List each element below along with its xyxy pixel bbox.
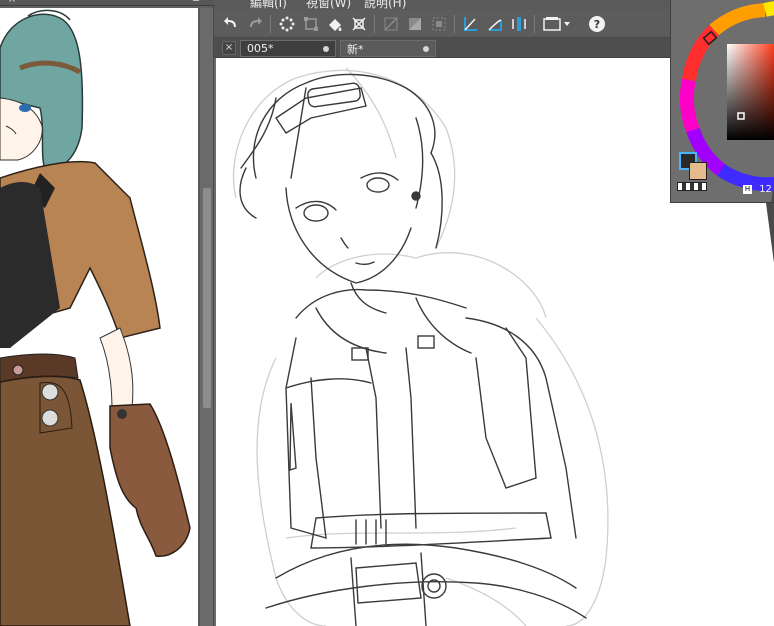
- transparent-color-swatch[interactable]: [677, 182, 707, 191]
- help-button[interactable]: ?: [586, 13, 608, 35]
- drawing-canvas[interactable]: [216, 58, 670, 626]
- ruler-icon: [464, 17, 477, 31]
- tab-unsaved-dot-icon: [423, 46, 429, 52]
- fill-selection-icon: [409, 18, 421, 30]
- perspective-ruler-icon: [488, 19, 502, 31]
- transform-icon: [304, 17, 318, 31]
- snap-button[interactable]: [508, 13, 530, 35]
- panel-shadow: [766, 203, 774, 263]
- menubar: 編輯(I) 視窗(W) 說明(H): [214, 0, 670, 10]
- fill-icon: [329, 19, 342, 31]
- color-wheel[interactable]: [671, 0, 774, 203]
- menu-window[interactable]: 視窗(W): [306, 0, 351, 10]
- reference-scrollbar[interactable]: [199, 8, 213, 626]
- document-tabs: × 005* 新*: [214, 38, 670, 58]
- menu-edit[interactable]: 編輯(I): [250, 0, 287, 10]
- snap-icon: [512, 17, 526, 31]
- clear-layer-icon: [384, 17, 398, 31]
- reference-panel: × ≡: [0, 0, 214, 626]
- tab-unsaved-dot-icon: [323, 46, 329, 52]
- color-wheel-panel: H 12: [670, 0, 774, 203]
- reference-canvas[interactable]: [0, 8, 198, 626]
- fill-selection-button[interactable]: [404, 13, 426, 35]
- command-bar: ?: [214, 10, 670, 38]
- paint-app-window: × ≡: [0, 0, 774, 626]
- sketch-illustration: [232, 67, 609, 626]
- menu-help[interactable]: 說明(H): [364, 0, 406, 10]
- help-icon: ?: [589, 16, 605, 32]
- tab-new[interactable]: 新*: [340, 40, 436, 57]
- tab-label: 005*: [247, 42, 274, 55]
- sub-color-swatch[interactable]: [689, 162, 707, 180]
- close-icon[interactable]: ×: [6, 0, 18, 6]
- selection-icon: [279, 16, 295, 32]
- more-icon[interactable]: ≡: [190, 0, 202, 6]
- reference-illustration: [0, 9, 191, 626]
- clear-layer-button[interactable]: [380, 13, 402, 35]
- deselect-button[interactable]: [428, 13, 450, 35]
- crop-icon: [352, 17, 366, 31]
- hue-value: 12: [759, 184, 772, 195]
- reference-panel-header: × ≡: [0, 0, 214, 6]
- undo-button[interactable]: [220, 13, 242, 35]
- svg-text:?: ?: [594, 18, 600, 31]
- tab-label: 新*: [347, 42, 364, 56]
- drawing-canvas-extension[interactable]: [670, 203, 774, 626]
- undo-icon: [224, 17, 236, 27]
- redo-icon: [250, 17, 262, 27]
- close-icon[interactable]: ×: [222, 41, 236, 55]
- perspective-ruler-button[interactable]: [484, 13, 506, 35]
- scrollbar-thumb[interactable]: [203, 188, 211, 408]
- ruler-button[interactable]: [460, 13, 482, 35]
- fill-button[interactable]: [324, 13, 346, 35]
- canvas-settings-button[interactable]: [540, 13, 574, 35]
- selection-button[interactable]: [276, 13, 298, 35]
- transform-button[interactable]: [300, 13, 322, 35]
- selection-clear-icon: [432, 17, 446, 31]
- redo-button[interactable]: [244, 13, 266, 35]
- hue-readout: H 12: [743, 184, 772, 195]
- tab-005[interactable]: 005*: [240, 40, 336, 57]
- hue-label: H: [743, 184, 752, 194]
- crop-button[interactable]: [348, 13, 370, 35]
- canvas-settings-icon: [543, 17, 570, 31]
